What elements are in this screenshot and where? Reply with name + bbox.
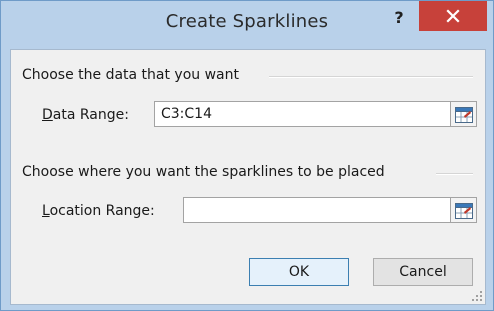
data-range-label: Data Range: (42, 107, 129, 123)
title-bar[interactable]: Create Sparklines ? (1, 1, 493, 49)
location-range-input[interactable] (183, 197, 451, 223)
location-range-mnemonic: L (42, 203, 50, 219)
location-group-heading: Choose where you want the sparklines to … (22, 164, 385, 180)
help-button[interactable]: ? (386, 7, 412, 29)
cancel-button[interactable]: Cancel (373, 258, 473, 286)
range-collapse-icon (455, 203, 473, 219)
data-group-heading: Choose the data that you want (22, 67, 239, 83)
dialog-body: Choose the data that you want Data Range… (10, 49, 486, 305)
data-range-mnemonic: D (42, 107, 53, 123)
range-collapse-icon (455, 107, 473, 123)
location-group-divider (436, 173, 473, 175)
data-group-divider (269, 76, 473, 78)
data-range-collapse-button[interactable] (451, 101, 477, 127)
location-range-collapse-button[interactable] (451, 197, 477, 223)
location-range-label-text: ocation Range: (49, 203, 155, 219)
ok-button[interactable]: OK (249, 258, 349, 286)
resize-grip-icon[interactable] (471, 290, 483, 302)
location-range-label: Location Range: (42, 203, 155, 219)
create-sparklines-dialog: Create Sparklines ? Choose the data that… (0, 0, 494, 311)
data-range-input[interactable] (154, 101, 451, 127)
close-button[interactable] (419, 1, 487, 31)
close-icon (446, 9, 460, 23)
data-range-label-text: ata Range: (52, 107, 129, 123)
